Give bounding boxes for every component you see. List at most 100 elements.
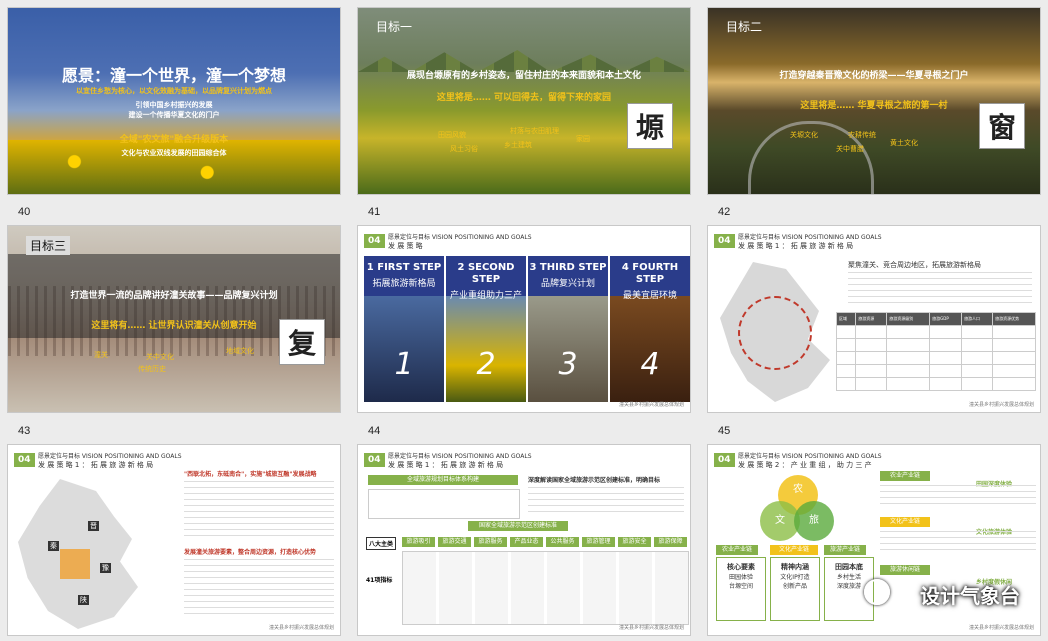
map-label: 晋 (88, 521, 99, 531)
section-badge: 04 (364, 453, 385, 467)
step-card-4[interactable]: 4 FOURTH STEP 最美宜居环境 4 (610, 256, 690, 402)
step-title: 4 FOURTH STEP (621, 262, 679, 285)
tourism-table: 区域 旅游资源 旅游资源级别 旅游GDP 旅游人口 旅游资源优势 (835, 312, 1036, 391)
photo-label: 关塬文化 (790, 131, 818, 139)
slide-thumbnail-41[interactable]: 目标一 展现台塬原有的乡村姿态，留住村庄的本来面貌和本土文化 这里将是…… 可以… (357, 7, 691, 195)
section-heading: 发 展 策 略 1 ： 拓 展 旅 游 新 格 局 (388, 461, 504, 469)
slide-thumbnail-42[interactable]: 目标二 打造穿越秦晋豫文化的桥梁——华夏寻根之门户 这里将是…… 华夏寻根之旅的… (707, 7, 1041, 195)
slide-thumbnail-45[interactable]: 04 愿景定位与目标 VISION POSITIONING AND GOALS … (707, 225, 1041, 413)
goal-label: 目标一 (376, 20, 413, 34)
slide-title: 展现台塬原有的乡村姿态，留住村庄的本来面貌和本土文化 (406, 71, 641, 81)
step-title: 3 THIRD STEP (529, 262, 607, 273)
slide-footer: 潼关县乡村振兴发展总体规划 (618, 402, 684, 408)
section-heading-small: 愿景定位与目标 VISION POSITIONING AND GOALS (388, 234, 532, 241)
bullet-lines (184, 481, 334, 539)
step-number: 3 (558, 347, 578, 382)
step-card-3[interactable]: 3 THIRD STEP 品牌复兴计划 3 (528, 256, 608, 402)
highlight-area (60, 549, 90, 579)
slide-thumbnail-47[interactable]: 04 愿景定位与目标 VISION POSITIONING AND GOALS … (357, 444, 691, 636)
step-title: 2 SECOND STEP (457, 262, 515, 285)
slide-thumbnail-46[interactable]: 04 愿景定位与目标 VISION POSITIONING AND GOALS … (7, 444, 341, 636)
watermark-text: 设计气象台 (920, 584, 1020, 608)
box-title: 田园本底 (835, 563, 863, 571)
category-label: 八大主类 (366, 537, 397, 550)
slide-footer: 潼关县乡村振兴发展总体规划 (968, 625, 1034, 631)
slide-title: 愿景：潼一个世界，潼一个梦想 (61, 66, 286, 85)
photo-label: 地域文化 (226, 347, 254, 355)
slide-thumbnail-48[interactable]: 04 愿景定位与目标 VISION POSITIONING AND GOALS … (707, 444, 1041, 636)
slide-number: 42 (718, 206, 731, 218)
radius-circle (738, 296, 812, 370)
photo-label: 黄土文化 (890, 139, 918, 147)
table-header: 旅游GDP (929, 312, 963, 326)
chain-tag: 农业产业链 (716, 545, 758, 555)
step-title: 1 FIRST STEP (366, 262, 442, 273)
map-label: 豫 (100, 563, 111, 573)
category-tag: 旅游管理 (582, 537, 615, 547)
section-heading-small: 愿景定位与目标 VISION POSITIONING AND GOALS (388, 453, 532, 460)
slide-subtitle: 这里将是…… 可以回得去，留得下来的家园 (436, 93, 612, 103)
map-label: 陕 (78, 595, 89, 605)
indicator-count-label: 41项指标 (366, 577, 393, 584)
section-heading: 发 展 策 略 2 ： 产 业 重 组 ， 助 力 三 产 (738, 461, 872, 469)
banner: 全域旅游规划目标体系构建 (368, 475, 518, 485)
slide-title: 打造世界一流的品牌讲好潼关故事——品牌复兴计划 (70, 291, 278, 301)
slide-thumbnail-44[interactable]: 04 愿景定位与目标 VISION POSITIONING AND GOALS … (357, 225, 691, 413)
badge-character: 复 (280, 320, 324, 364)
photo-label: 风土习俗 (450, 145, 478, 153)
photo-label: 田园风貌 (438, 131, 466, 139)
slide-number: 43 (18, 425, 31, 437)
category-tag: 旅游交通 (438, 537, 471, 547)
category-tag: 旅游服务 (474, 537, 507, 547)
box-title: 精神内涵 (781, 563, 809, 571)
badge-character: 窗 (980, 104, 1024, 148)
section-heading-small: 愿景定位与目标 VISION POSITIONING AND GOALS (38, 453, 182, 460)
table-header: 区域 (835, 312, 857, 326)
slide-footer: 潼关县乡村振兴发展总体规划 (268, 625, 334, 631)
info-box (368, 489, 520, 519)
slide-number: 40 (18, 206, 31, 218)
section-badge: 04 (14, 453, 35, 467)
slide-thumbnail-40[interactable]: 愿景：潼一个世界，潼一个梦想 以宜住乡愁为核心，以文化效融为基础，以品牌复兴计划… (7, 7, 341, 195)
strategy-box: 核心要素 田园体验 台塬空间 (716, 557, 766, 621)
slide-number: 41 (368, 206, 381, 218)
strategy-box: 精神内涵 文化IP打造 创新产品 (770, 557, 820, 621)
section-heading: 发 展 策 略 (388, 242, 423, 250)
category-tag: 旅游吸引 (402, 537, 435, 547)
slide-heading: 发展潼关旅游要素，整合周边资源，打造核心优势 (184, 549, 317, 556)
box-subtitle: 文化IP打造 创新产品 (780, 574, 810, 590)
step-card-2[interactable]: 2 SECOND STEP 产业重组助力三产 2 (446, 256, 526, 402)
slide-text: 以宜住乡愁为核心，以文化效融为基础，以品牌复兴计划为燃点 (76, 87, 272, 95)
venn-circle: 旅 (794, 501, 834, 541)
table-header: 旅游资源 (855, 312, 888, 326)
bullet-lines (880, 485, 1036, 509)
chain-tag: 文化产业链 (770, 545, 818, 555)
slide-number: 45 (718, 425, 731, 437)
photo-label: 家园 (576, 135, 590, 143)
step-number: 4 (640, 347, 660, 382)
section-heading-small: 愿景定位与目标 VISION POSITIONING AND GOALS (738, 453, 882, 460)
step-card-1[interactable]: 1 FIRST STEP 拓展旅游新格局 1 (364, 256, 444, 402)
table-header: 旅游资源级别 (886, 312, 931, 326)
table-row (835, 325, 1036, 339)
slide-heading: "西联北拓，东砥南合"，实施"城旅互融"发展战略 (184, 471, 317, 478)
photo-label: 村落与农田肌理 (510, 127, 559, 135)
slide-footer: 潼关县乡村振兴发展总体规划 (968, 402, 1034, 408)
step-subtitle: 最美宜居环境 (622, 291, 677, 301)
photo-label: 传统历史 (138, 365, 166, 373)
table-row (835, 338, 1036, 352)
table-row (835, 351, 1036, 365)
table-header: 旅游资源优势 (992, 312, 1036, 326)
bullet-lines (880, 531, 1036, 555)
chain-tag: 旅游产业链 (824, 545, 866, 555)
table-header: 旅游人口 (961, 312, 994, 326)
bullet-lines (184, 559, 334, 617)
category-tag: 公共服务 (546, 537, 579, 547)
bullet-lines (528, 487, 684, 517)
goal-label: 目标三 (26, 236, 71, 255)
section-badge: 04 (714, 453, 735, 467)
section-heading-small: 愿景定位与目标 VISION POSITIONING AND GOALS (738, 234, 882, 241)
slide-thumbnail-43[interactable]: 目标三 打造世界一流的品牌讲好潼关故事——品牌复兴计划 这里将有…… 让世界认识… (7, 225, 341, 413)
wechat-icon (864, 579, 890, 605)
photo-label: 关中文化 (146, 353, 174, 361)
